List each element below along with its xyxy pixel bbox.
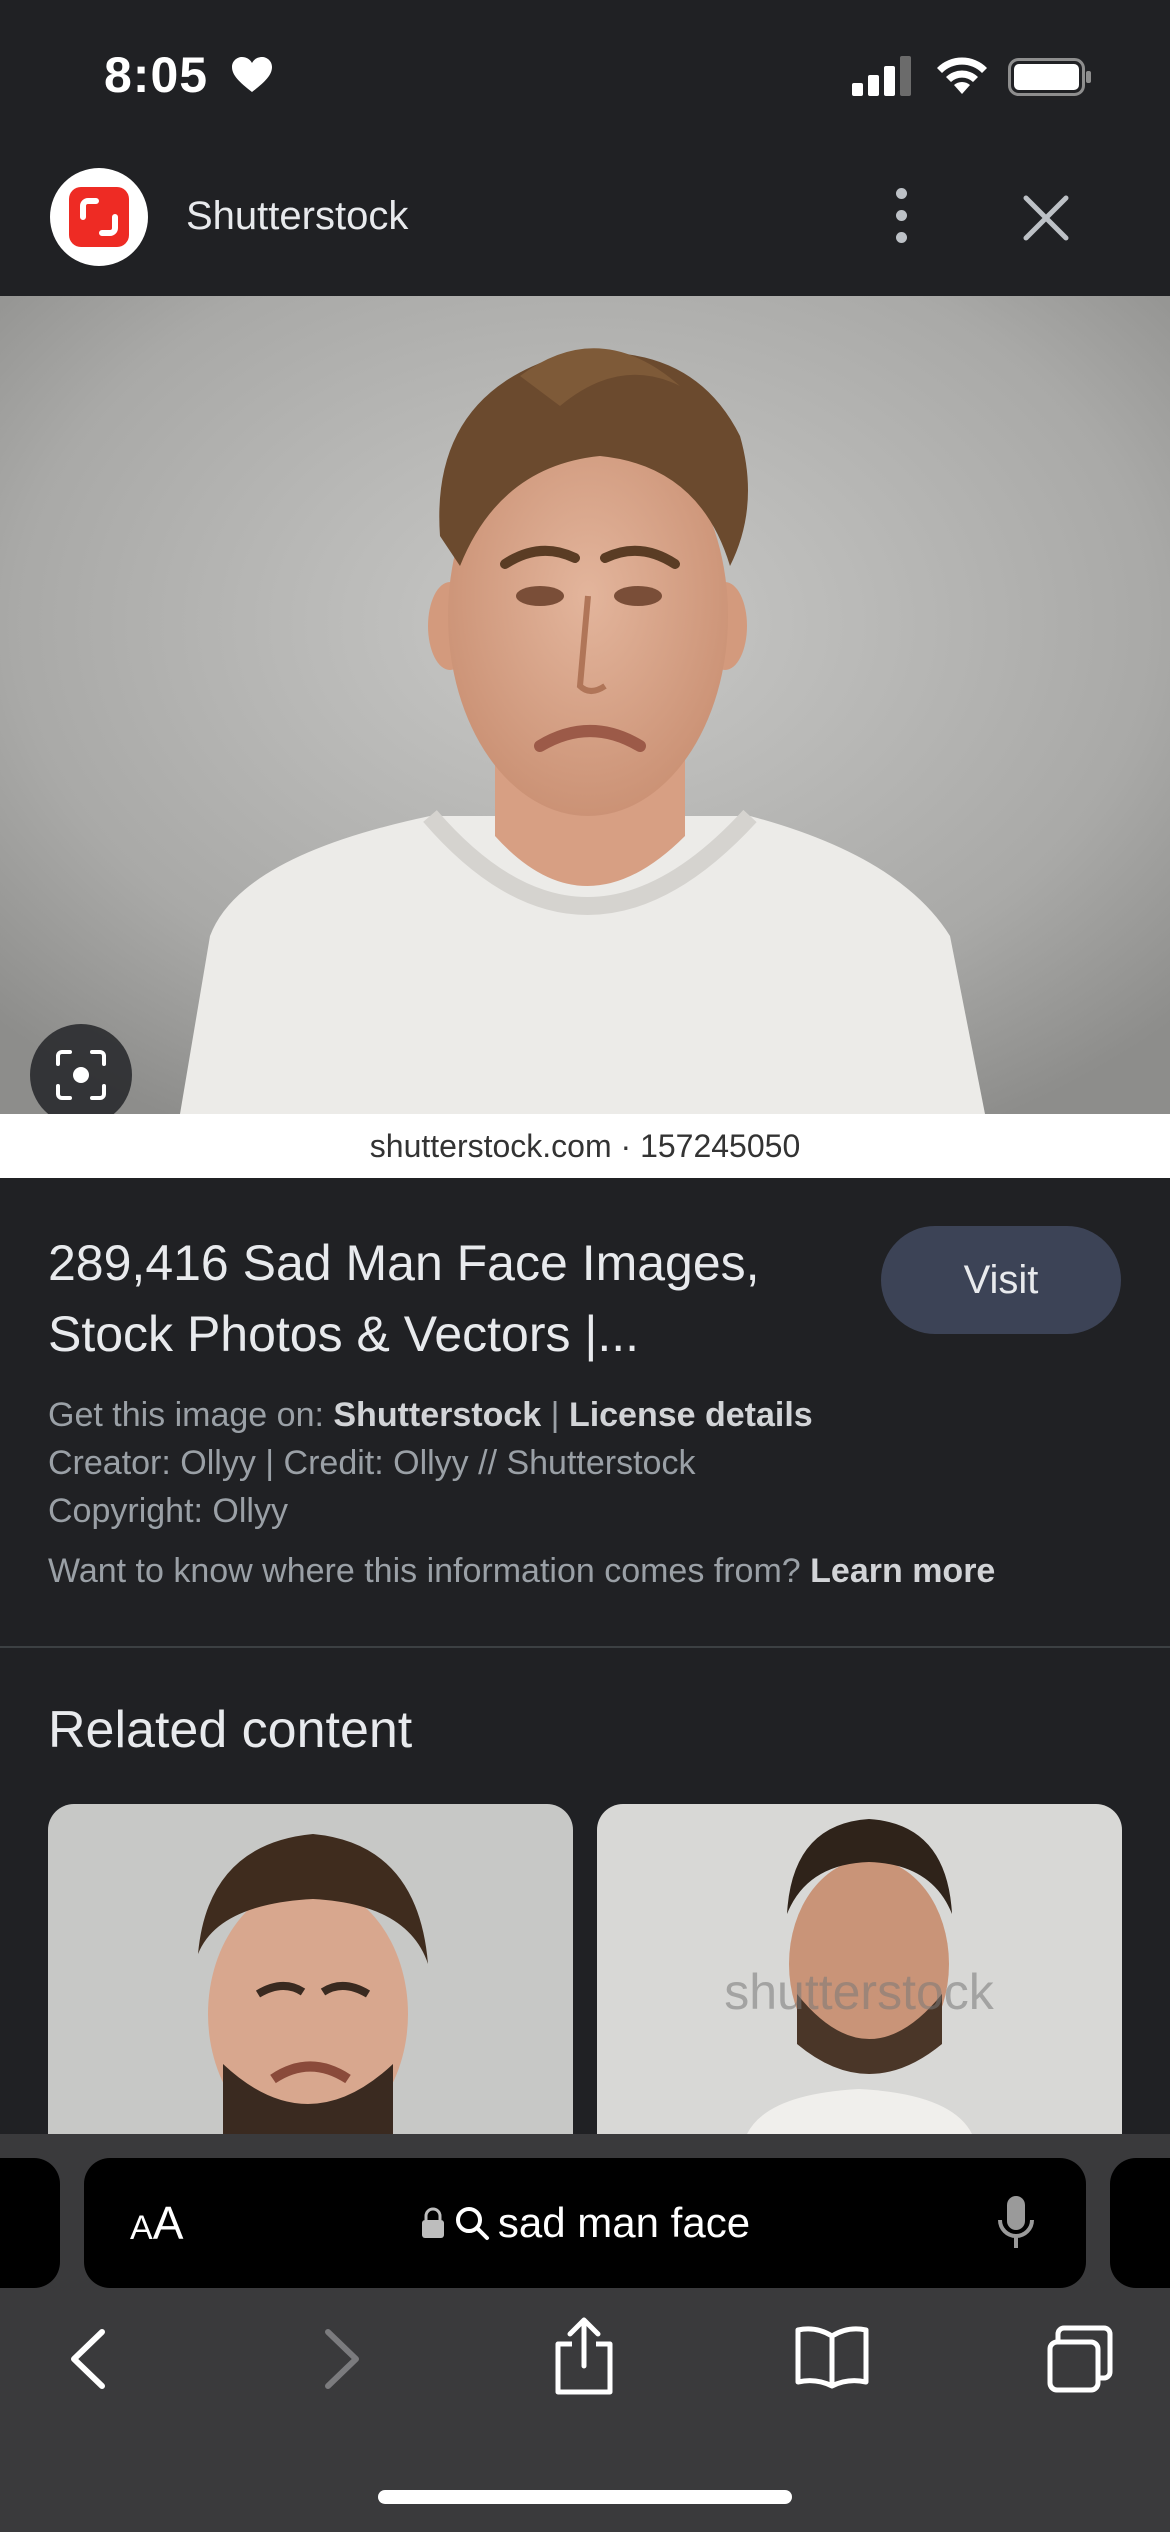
more-vert-icon[interactable]	[880, 180, 924, 250]
get-image-line: Get this image on: Shutterstock | Licens…	[48, 1396, 813, 1435]
url-text: sad man face	[497, 2199, 751, 2246]
visit-button[interactable]: Visit	[881, 1226, 1121, 1334]
wifi-icon	[937, 57, 987, 94]
tabs-icon[interactable]	[1044, 2324, 1116, 2394]
source-link[interactable]: Shutterstock	[333, 1396, 541, 1434]
creator-line: Creator: Ollyy | Credit: Ollyy // Shutte…	[48, 1444, 696, 1482]
close-icon[interactable]	[1018, 190, 1074, 246]
license-details-link[interactable]: License details	[569, 1396, 813, 1434]
heart-icon	[232, 57, 272, 92]
separator: |	[541, 1396, 569, 1434]
get-image-prefix: Get this image on:	[48, 1396, 334, 1434]
home-indicator[interactable]	[378, 2490, 792, 2504]
address-bar[interactable]: AA sad man face	[84, 2158, 1086, 2288]
related-image-1	[48, 1804, 573, 2134]
preview-image[interactable]	[0, 296, 1170, 1114]
mic-icon[interactable]	[996, 2194, 1036, 2252]
status-bar: 8:05	[0, 0, 1170, 150]
sad-man-photo	[0, 296, 1170, 1114]
forward-icon[interactable]	[316, 2324, 366, 2394]
url-field[interactable]: sad man face	[84, 2158, 1086, 2288]
related-image-2: shutterstock	[597, 1804, 1122, 2134]
divider	[0, 1646, 1170, 1648]
info-source-line: Want to know where this information come…	[48, 1552, 995, 1591]
shutterstock-logo-icon	[69, 187, 129, 247]
search-icon	[455, 2207, 489, 2240]
lens-search-icon[interactable]	[30, 1024, 132, 1126]
image-caption: shutterstock.com · 157245050	[0, 1114, 1170, 1178]
next-tab-edge[interactable]	[1110, 2158, 1170, 2288]
site-title[interactable]: Shutterstock	[186, 194, 408, 239]
previous-tab-edge[interactable]	[0, 2158, 60, 2288]
thumb-watermark: shutterstock	[724, 1964, 995, 2020]
site-logo[interactable]	[50, 168, 148, 266]
status-time: 8:05	[104, 47, 209, 103]
info-question: Want to know where this information come…	[48, 1552, 811, 1590]
share-icon[interactable]	[552, 2316, 616, 2396]
bookmarks-icon[interactable]	[794, 2324, 870, 2390]
related-content-title: Related content	[48, 1701, 413, 1759]
copyright-line: Copyright: Ollyy	[48, 1492, 288, 1530]
battery-icon	[1008, 58, 1091, 96]
result-header: Shutterstock	[0, 150, 1170, 296]
lock-icon	[421, 2207, 444, 2238]
back-icon[interactable]	[64, 2324, 114, 2394]
learn-more-link[interactable]: Learn more	[810, 1552, 995, 1590]
signal-icon	[852, 56, 911, 96]
result-title[interactable]: 289,416 Sad Man Face Images, Stock Photo…	[48, 1228, 848, 1370]
page: 8:05 Shutterstock shutterstock.com · 157…	[0, 0, 1170, 2532]
related-thumbnail[interactable]	[48, 1804, 573, 2134]
related-thumbnail[interactable]: shutterstock	[597, 1804, 1122, 2134]
